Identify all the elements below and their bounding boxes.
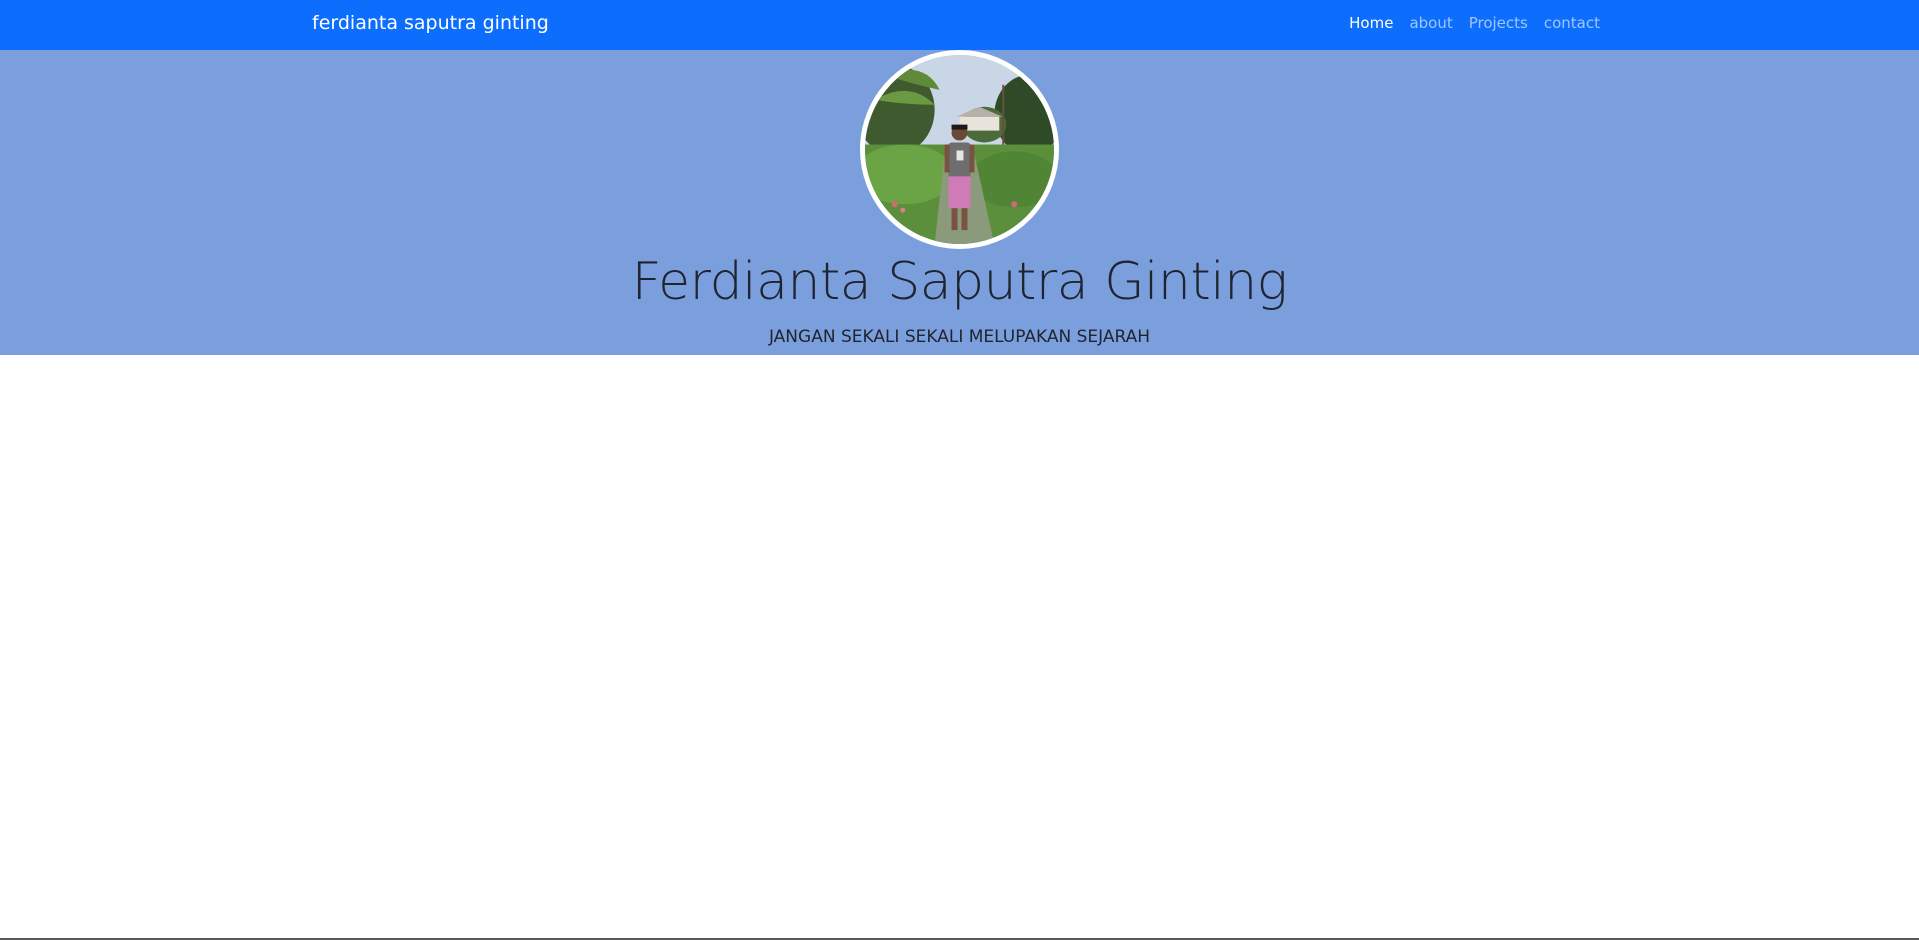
hero-section: Ferdianta Saputra Ginting JANGAN SEKALI …	[0, 50, 1919, 355]
nav-links: Home about Projects contact	[1349, 13, 1600, 33]
profile-photo-image	[865, 55, 1054, 244]
navbar: ferdianta saputra ginting Home about Pro…	[0, 0, 1919, 50]
nav-link-about[interactable]: about	[1409, 13, 1452, 33]
navbar-brand[interactable]: ferdianta saputra ginting	[312, 11, 549, 35]
nav-link-projects[interactable]: Projects	[1469, 13, 1528, 33]
hero-name: Ferdianta Saputra Ginting	[631, 252, 1288, 312]
hero-tagline: JANGAN SEKALI SEKALI MELUPAKAN SEJARAH	[768, 327, 1151, 347]
nav-link-home[interactable]: Home	[1349, 13, 1393, 33]
profile-photo	[860, 50, 1059, 249]
nav-link-contact[interactable]: contact	[1544, 13, 1600, 33]
